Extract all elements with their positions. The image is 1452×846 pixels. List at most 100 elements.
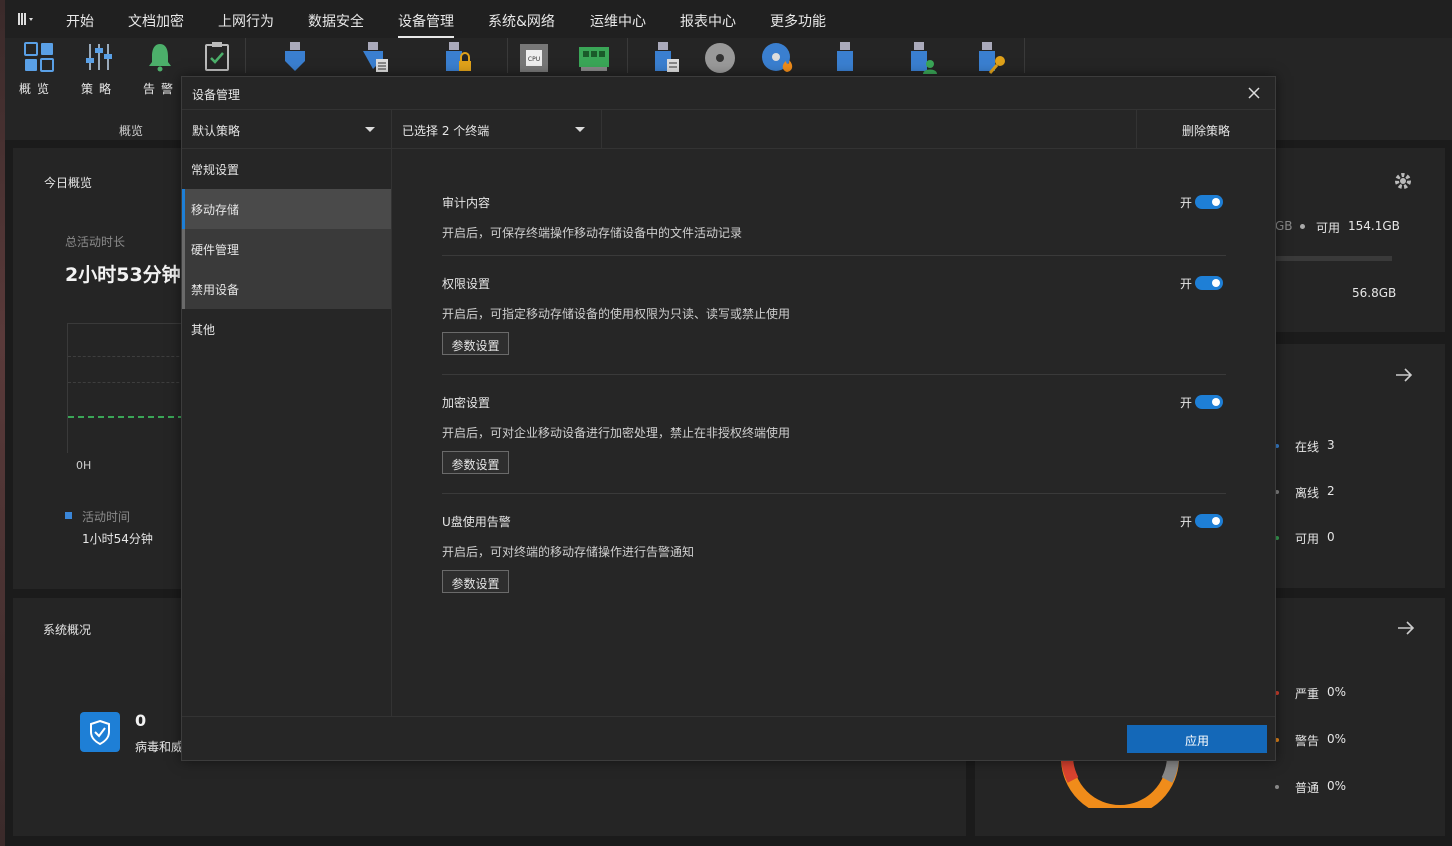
dialog-title: 设备管理: [192, 88, 241, 102]
section-desc-permission: 开启后，可指定移动存储设备的使用权限为只读、读写或禁止使用: [442, 307, 791, 321]
menu-start[interactable]: 开始: [66, 11, 94, 31]
toolbar-separator: [507, 38, 508, 73]
terminal-select-value: 已选择 2 个终端: [402, 124, 490, 138]
toggle-label: 开: [1180, 277, 1193, 291]
close-icon[interactable]: [1245, 84, 1263, 102]
toolbar-alarm-label: 告警: [143, 82, 180, 96]
legend-value: 1小时54分钟: [82, 532, 153, 546]
menu-more[interactable]: 更多功能: [770, 11, 826, 31]
virus-count: 0: [135, 711, 147, 730]
device-management-dialog: 设备管理 默认策略 已选择 2 个终端 删除策略 常规设置 移动存储 硬件管理 …: [181, 76, 1276, 761]
permission-params-button[interactable]: 参数设置: [442, 332, 509, 355]
usb-doc-icon[interactable]: [652, 41, 682, 73]
section-desc-encryption: 开启后，可对企业移动设备进行加密处理，禁止在非授权终端使用: [442, 426, 791, 440]
disk-usage-bar: [1275, 256, 1392, 261]
disc-burn-icon[interactable]: [761, 42, 795, 74]
offline-label: 离线: [1295, 486, 1320, 500]
disc-icon[interactable]: [704, 42, 736, 74]
usable-label: 可用: [1295, 532, 1320, 546]
chevron-down-icon: [365, 127, 375, 132]
dashboard-grid-icon: [24, 42, 54, 72]
chart-gridline: [68, 382, 194, 383]
section-title-audit: 审计内容: [442, 196, 491, 210]
section-desc-audit: 开启后，可保存终端操作移动存储设备中的文件活动记录: [442, 226, 743, 240]
usb-drive-icon[interactable]: [834, 41, 856, 73]
severe-value: 0%: [1327, 685, 1347, 699]
cpu-icon[interactable]: CPU: [519, 43, 549, 73]
menu-web-behavior[interactable]: 上网行为: [218, 11, 274, 31]
memory-board-icon[interactable]: [578, 43, 610, 73]
used-value: 56.8GB: [1352, 286, 1397, 300]
menu-device-management[interactable]: 设备管理: [398, 11, 454, 38]
usb-user-icon[interactable]: [908, 41, 938, 75]
toolbar-separator: [245, 38, 246, 73]
online-count: 3: [1327, 438, 1335, 452]
menu-doc-encrypt[interactable]: 文档加密: [128, 11, 184, 31]
disk-total-partial: GB: [1275, 219, 1293, 233]
toolbar-policy-button[interactable]: 策略: [81, 40, 121, 100]
usb-lock-icon[interactable]: [443, 41, 473, 73]
toggle-switch[interactable]: [1195, 514, 1223, 528]
toggle-switch[interactable]: [1195, 276, 1223, 290]
sidebar-item-disabled-devices[interactable]: 禁用设备: [182, 269, 391, 309]
sidebar-item-hardware[interactable]: 硬件管理: [182, 229, 391, 269]
today-overview-card: 今日概览 总活动时长 2小时53分钟 0H 活动时间 1小时54分钟: [13, 148, 194, 589]
menu-system-network[interactable]: 系统&网络: [488, 11, 555, 31]
menu-report-center[interactable]: 报表中心: [680, 11, 736, 31]
available-dot: [1300, 224, 1305, 229]
arrow-right-icon[interactable]: [1397, 619, 1415, 637]
encryption-params-button[interactable]: 参数设置: [442, 451, 509, 474]
section-divider: [442, 374, 1226, 375]
shield-icon: [80, 712, 120, 752]
toggle-label: 开: [1180, 196, 1193, 210]
sliders-icon: [86, 44, 112, 70]
available-label: 可用: [1316, 221, 1341, 235]
arrow-right-icon[interactable]: [1395, 366, 1413, 384]
usb-key-icon[interactable]: [976, 41, 1008, 75]
settings-content: 审计内容 开 开启后，可保存终端操作移动存储设备中的文件活动记录 权限设置 开 …: [392, 149, 1275, 716]
toggle-switch[interactable]: [1195, 395, 1223, 409]
usb-shield-icon[interactable]: [282, 41, 308, 73]
sidebar-item-general[interactable]: 常规设置: [182, 149, 391, 189]
system-overview-title: 系统概况: [43, 623, 92, 637]
toolbar-alarm-button[interactable]: 告警: [143, 40, 183, 100]
usb-file-icon[interactable]: [360, 41, 390, 73]
section-title-permission: 权限设置: [442, 277, 491, 291]
menu-ops-center[interactable]: 运维中心: [590, 11, 646, 31]
toggle-switch[interactable]: [1195, 195, 1223, 209]
dialog-header: 设备管理: [182, 77, 1275, 109]
terminal-select[interactable]: 已选择 2 个终端: [392, 110, 602, 148]
gear-icon[interactable]: [1393, 171, 1413, 191]
section-title-usb-alert: U盘使用告警: [442, 515, 511, 529]
normal-dot: [1275, 785, 1279, 789]
online-label: 在线: [1295, 440, 1320, 454]
sidebar-item-removable-storage[interactable]: 移动存储: [182, 189, 391, 229]
warning-label: 警告: [1295, 734, 1320, 748]
toolbar-group-label: 概览: [119, 124, 144, 138]
activity-line: [68, 416, 194, 418]
app-menu-icon[interactable]: [17, 11, 35, 27]
legend-label: 活动时间: [82, 510, 131, 524]
legend-swatch: [65, 512, 72, 519]
chart-gridline: [68, 356, 194, 357]
terminals-card: 在线 3 离线 2 可用 0: [1270, 344, 1445, 588]
today-overview-title: 今日概览: [44, 176, 93, 190]
activity-chart: [67, 323, 194, 453]
menu-data-security[interactable]: 数据安全: [308, 11, 364, 31]
apply-button[interactable]: 应用: [1127, 725, 1267, 753]
toolbar-policy-label: 策略: [81, 82, 118, 96]
chevron-down-icon: [575, 127, 585, 132]
toggle-label: 开: [1180, 396, 1193, 410]
policy-select[interactable]: 默认策略: [182, 110, 392, 148]
delete-policy-button[interactable]: 删除策略: [1136, 110, 1275, 148]
section-desc-usb-alert: 开启后，可对终端的移动存储操作进行告警通知: [442, 545, 695, 559]
clipboard-check-icon[interactable]: [204, 41, 230, 71]
policy-selector-row: 默认策略 已选择 2 个终端 删除策略: [182, 109, 1275, 149]
sidebar-item-other[interactable]: 其他: [182, 309, 391, 349]
toolbar-overview-button[interactable]: 概览: [19, 40, 59, 100]
dialog-footer: 应用: [182, 716, 1275, 760]
settings-sidebar: 常规设置 移动存储 硬件管理 禁用设备 其他: [182, 149, 392, 716]
usb-alert-params-button[interactable]: 参数设置: [442, 570, 509, 593]
warning-value: 0%: [1327, 732, 1347, 746]
toolbar-overview-label: 概览: [19, 82, 56, 96]
